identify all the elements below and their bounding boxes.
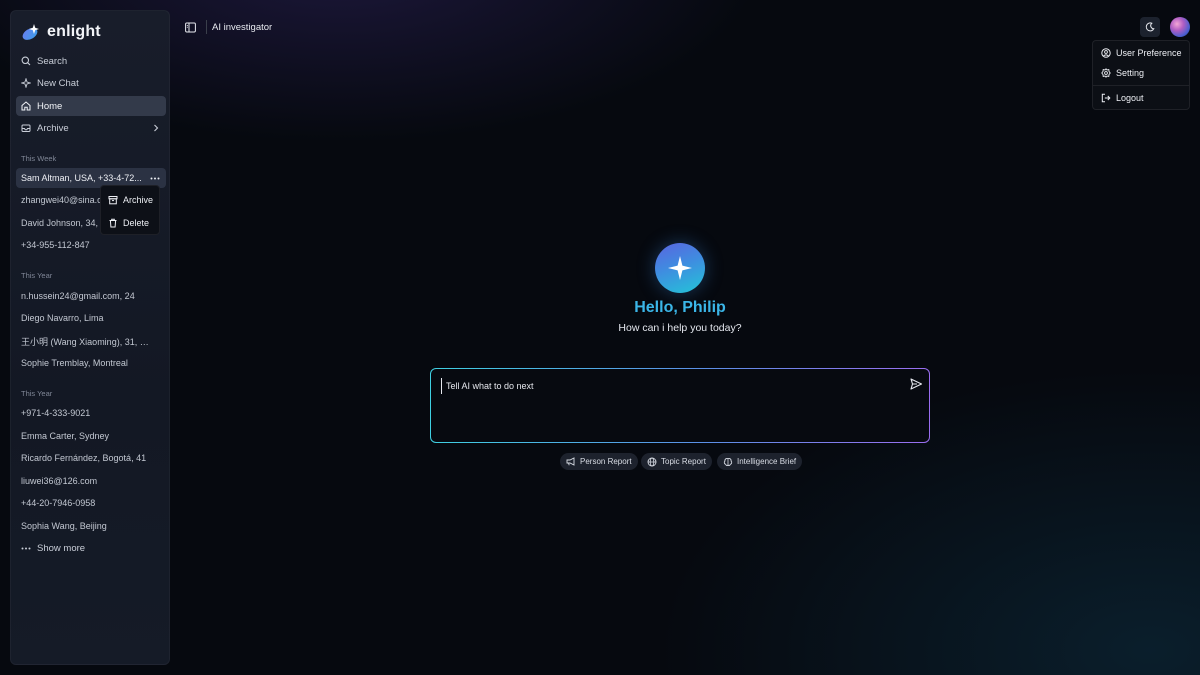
nav-archive[interactable]: Archive	[16, 118, 166, 138]
menu-divider	[1093, 85, 1189, 86]
history-item[interactable]: 王小明 (Wang Xiaoming), 31, Sh...	[16, 331, 166, 351]
more-horizontal-icon	[21, 547, 31, 550]
nav-new-chat[interactable]: New Chat	[16, 73, 166, 93]
chip-label: Person Report	[580, 457, 632, 466]
moon-icon	[1145, 22, 1155, 32]
globe-icon	[647, 457, 657, 467]
history-item[interactable]: Sophie Tremblay, Montreal	[16, 353, 166, 373]
send-icon[interactable]	[909, 377, 923, 391]
nav-home[interactable]: Home	[16, 96, 166, 116]
history-item-label: +34-955-112-847	[21, 240, 90, 250]
sidebar: enlight Search New Chat Home Archive Thi…	[10, 10, 170, 665]
home-icon	[21, 101, 31, 111]
history-item-label: +971-4-333-9021	[21, 408, 91, 418]
brand-logo[interactable]: enlight	[21, 21, 101, 43]
history-item[interactable]: n.hussein24@gmail.com, 24	[16, 286, 166, 306]
assistant-orb	[655, 243, 705, 293]
history-item[interactable]: Sophia Wang, Beijing	[16, 516, 166, 536]
megaphone-icon	[566, 457, 576, 466]
section-this-year: This Year	[21, 389, 53, 398]
menu-setting-label: Setting	[1116, 68, 1145, 78]
archive-box-icon	[108, 195, 118, 205]
menu-logout[interactable]: Logout	[1101, 93, 1144, 103]
more-options-icon[interactable]	[149, 172, 161, 184]
nav-search[interactable]: Search	[16, 51, 166, 71]
section-this-week: This Week	[21, 154, 57, 163]
nav-new-chat-label: New Chat	[37, 77, 79, 89]
context-archive-label: Archive	[123, 194, 154, 205]
page-title: AI investigator	[212, 22, 273, 33]
menu-logout-label: Logout	[1116, 93, 1144, 103]
menu-setting[interactable]: Setting	[1101, 68, 1144, 78]
header-divider	[206, 20, 207, 34]
user-circle-icon	[1101, 48, 1111, 58]
history-item[interactable]: Emma Carter, Sydney	[16, 426, 166, 446]
context-delete-label: Delete	[123, 217, 150, 228]
search-icon	[21, 56, 31, 66]
sparkle-icon	[21, 78, 31, 88]
brand-name: enlight	[47, 23, 101, 40]
prompt-input[interactable]	[441, 378, 891, 394]
history-item[interactable]: +971-4-333-9021	[16, 403, 166, 423]
chip-topic-report[interactable]: Topic Report	[641, 453, 712, 470]
show-more-label: Show more	[37, 542, 86, 554]
inbox-icon	[21, 123, 31, 133]
chip-label: Topic Report	[661, 457, 706, 466]
sparkle-icon	[667, 255, 693, 281]
history-context-menu: Archive Delete	[100, 185, 160, 235]
chip-label: Intelligence Brief	[737, 457, 797, 466]
chevron-right-icon	[152, 123, 160, 133]
brain-icon	[723, 457, 733, 467]
history-item[interactable]: +34-955-112-847	[16, 235, 166, 255]
logo-icon	[21, 22, 41, 42]
chip-intelligence-brief[interactable]: Intelligence Brief	[717, 453, 803, 470]
history-item-label: n.hussein24@gmail.com, 24	[21, 291, 135, 301]
user-menu: User Preference Setting Logout	[1092, 40, 1190, 110]
section-this-year: This Year	[21, 271, 53, 280]
history-item-label: Sam Altman, USA, +33-4-72...	[21, 173, 142, 183]
nav-search-label: Search	[37, 55, 68, 67]
greeting: Hello, Philip	[634, 299, 726, 316]
history-item[interactable]: Diego Navarro, Lima	[16, 308, 166, 328]
context-archive[interactable]: Archive	[101, 188, 159, 211]
nav-home-label: Home	[37, 100, 63, 112]
menu-user-preference[interactable]: User Preference	[1101, 48, 1182, 58]
sidebar-toggle-icon[interactable]	[185, 22, 196, 33]
show-more-button[interactable]: Show more	[16, 538, 166, 558]
logout-icon	[1101, 93, 1111, 103]
history-item-label: Emma Carter, Sydney	[21, 431, 110, 441]
theme-toggle-button[interactable]	[1140, 17, 1160, 37]
nav-archive-label: Archive	[37, 122, 69, 134]
gear-icon	[1101, 68, 1111, 78]
history-item-label: Sophia Wang, Beijing	[21, 521, 107, 531]
prompt-box	[430, 368, 930, 443]
menu-user-preference-label: User Preference	[1116, 48, 1182, 58]
history-item[interactable]: +44-20-7946-0958	[16, 493, 166, 513]
history-item-label: 王小明 (Wang Xiaoming), 31, Sh...	[21, 336, 149, 347]
suggestion-chips: Person Report Topic Report Intelligence …	[0, 453, 1200, 470]
chip-person-report[interactable]: Person Report	[560, 453, 638, 470]
context-delete[interactable]: Delete	[101, 211, 159, 234]
greeting-subtitle: How can i help you today?	[618, 322, 742, 334]
avatar[interactable]	[1170, 17, 1190, 37]
history-item-label: Diego Navarro, Lima	[21, 313, 104, 323]
history-item[interactable]: liuwei36@126.com	[16, 471, 166, 491]
history-item-label: +44-20-7946-0958	[21, 498, 96, 508]
trash-icon	[108, 218, 118, 228]
history-item-label: Sophie Tremblay, Montreal	[21, 358, 128, 368]
history-item-label: liuwei36@126.com	[21, 476, 98, 486]
